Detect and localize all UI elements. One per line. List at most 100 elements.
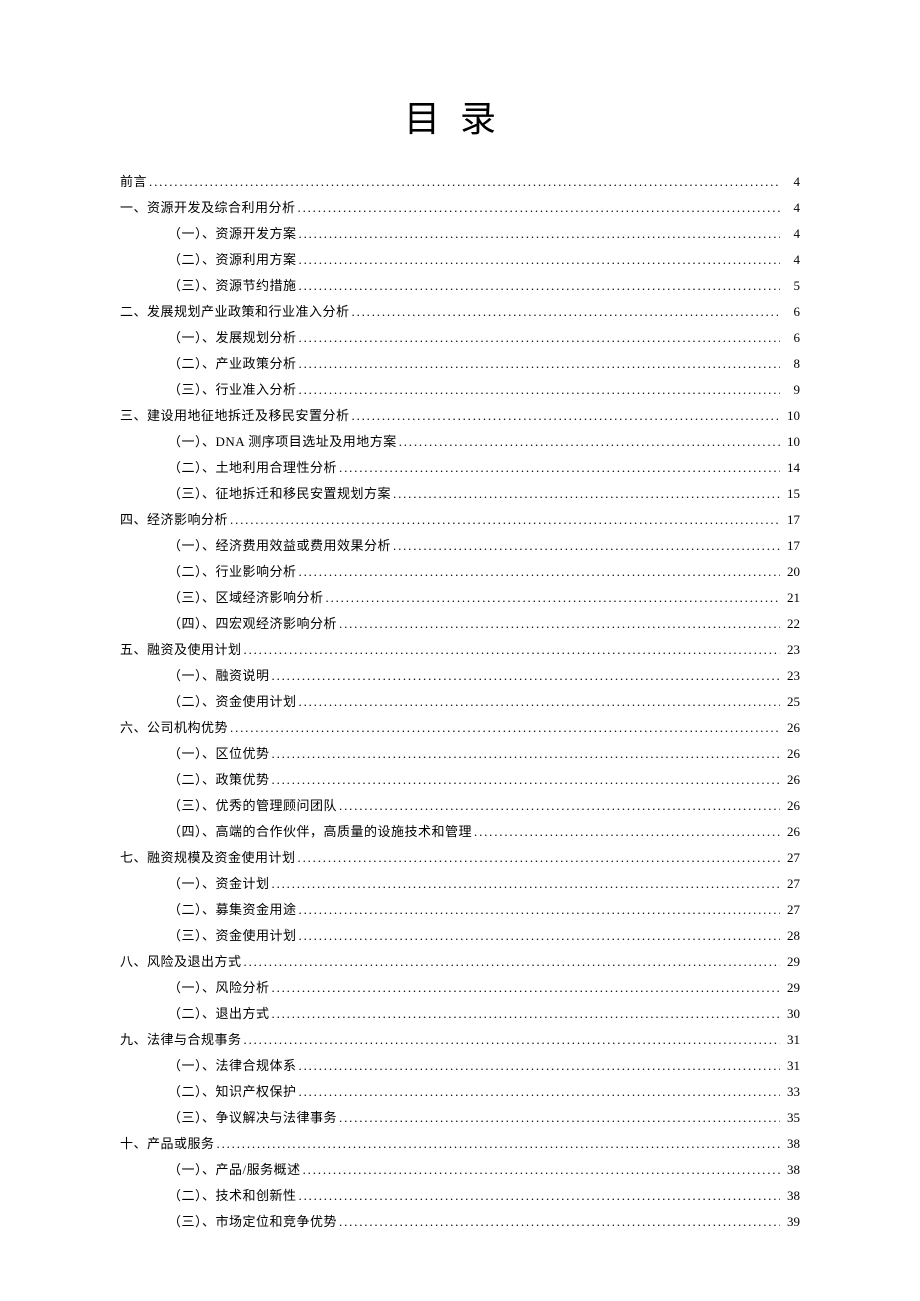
toc-entry-page: 4 — [782, 198, 800, 218]
toc-entry: （二）、产业政策分析8 — [168, 354, 800, 374]
toc-entry-page: 38 — [782, 1160, 800, 1180]
toc-entry-page: 4 — [782, 250, 800, 270]
toc-dots-leader — [352, 406, 780, 426]
toc-entry-page: 22 — [782, 614, 800, 634]
toc-entry-label: （一）、风险分析 — [168, 978, 270, 998]
toc-entry: 五、融资及使用计划 23 — [120, 640, 800, 660]
toc-entry: （一）、区位优势26 — [168, 744, 800, 764]
toc-entry-label: （一）、融资说明 — [168, 666, 270, 686]
toc-entry: 六、公司机构优势 26 — [120, 718, 800, 738]
toc-entry-page: 23 — [782, 666, 800, 686]
toc-entry-label: （二）、行业影响分析 — [168, 562, 297, 582]
toc-entry-page: 20 — [782, 562, 800, 582]
toc-entry: （二）、政策优势26 — [168, 770, 800, 790]
page-title: 目录 — [120, 90, 800, 142]
toc-dots-leader — [393, 484, 780, 504]
toc-entry-label: （一）、发展规划分析 — [168, 328, 297, 348]
toc-entry-page: 38 — [782, 1186, 800, 1206]
toc-entry: （一）、产品/服务概述 38 — [168, 1160, 800, 1180]
toc-entry-label: 前言 — [120, 172, 147, 192]
toc-dots-leader — [303, 1160, 780, 1180]
toc-entry-page: 9 — [782, 380, 800, 400]
toc-entry-label: （一）、法律合规体系 — [168, 1056, 297, 1076]
toc-entry-page: 33 — [782, 1082, 800, 1102]
toc-entry-page: 4 — [782, 172, 800, 192]
toc-entry-label: （二）、知识产权保护 — [168, 1082, 297, 1102]
toc-entry-label: （三）、行业准入分析 — [168, 380, 297, 400]
toc-entry: 十、产品或服务38 — [120, 1134, 800, 1154]
toc-entry-label: 七、融资规模及资金使用计划 — [120, 848, 296, 868]
toc-dots-leader — [339, 614, 780, 634]
toc-entry-label: 六、公司机构优势 — [120, 718, 228, 738]
toc-dots-leader — [393, 536, 780, 556]
toc-dots-leader — [474, 822, 780, 842]
toc-dots-leader — [230, 510, 780, 530]
toc-entry-label: （二）、退出方式 — [168, 1004, 270, 1024]
toc-entry: （一）、资金计划27 — [168, 874, 800, 894]
toc-entry: （一）、发展规划分析 6 — [168, 328, 800, 348]
toc-entry-page: 14 — [782, 458, 800, 478]
toc-dots-leader — [339, 1212, 780, 1232]
toc-entry: （三）、行业准入分析 9 — [168, 380, 800, 400]
toc-dots-leader — [299, 692, 780, 712]
toc-entry-label: （三）、资源节约措施 — [168, 276, 297, 296]
toc-entry: （二）、技术和创新性38 — [168, 1186, 800, 1206]
toc-entry-label: 十、产品或服务 — [120, 1134, 215, 1154]
toc-entry-page: 23 — [782, 640, 800, 660]
toc-entry-label: （一）、产品/服务概述 — [168, 1160, 301, 1180]
toc-entry-label: （三）、市场定位和竞争优势 — [168, 1212, 337, 1232]
toc-entry-page: 27 — [782, 848, 800, 868]
toc-entry-label: 五、融资及使用计划 — [120, 640, 242, 660]
toc-entry-page: 21 — [782, 588, 800, 608]
toc-entry-label: （二）、募集资金用途 — [168, 900, 297, 920]
toc-entry-label: （二）、土地利用合理性分析 — [168, 458, 337, 478]
toc-dots-leader — [299, 1186, 780, 1206]
toc-dots-leader — [244, 640, 780, 660]
toc-entry: （三）、资源节约措施5 — [168, 276, 800, 296]
toc-entry: 三、建设用地征地拆迁及移民安置分析10 — [120, 406, 800, 426]
toc-entry: （一）、法律合规体系31 — [168, 1056, 800, 1076]
toc-dots-leader — [299, 926, 780, 946]
toc-entry: （三）、区域经济影响分析21 — [168, 588, 800, 608]
toc-entry-page: 31 — [782, 1030, 800, 1050]
toc-entry-page: 10 — [782, 406, 800, 426]
toc-entry-page: 39 — [782, 1212, 800, 1232]
toc-entry-label: （二）、资源利用方案 — [168, 250, 297, 270]
toc-dots-leader — [272, 1004, 780, 1024]
toc-dots-leader — [299, 900, 780, 920]
toc-entry-label: 九、法律与合规事务 — [120, 1030, 242, 1050]
toc-entry: （三）、市场定位和竞争优势 39 — [168, 1212, 800, 1232]
toc-entry: （二）、资金使用计划 25 — [168, 692, 800, 712]
toc-dots-leader — [299, 250, 780, 270]
toc-entry-page: 17 — [782, 536, 800, 556]
toc-entry: （三）、资金使用计划28 — [168, 926, 800, 946]
toc-entry-page: 10 — [782, 432, 800, 452]
toc-dots-leader — [230, 718, 780, 738]
toc-dots-leader — [299, 1082, 780, 1102]
toc-dots-leader — [299, 562, 780, 582]
toc-entry-page: 26 — [782, 718, 800, 738]
toc-dots-leader — [299, 276, 780, 296]
toc-entry: 二、发展规划产业政策和行业准入分析6 — [120, 302, 800, 322]
toc-entry-page: 35 — [782, 1108, 800, 1128]
toc-entry-label: （三）、优秀的管理顾问团队 — [168, 796, 337, 816]
toc-entry: （三）、争议解决与法律事务35 — [168, 1108, 800, 1128]
toc-entry-page: 6 — [782, 328, 800, 348]
toc-dots-leader — [399, 432, 780, 452]
toc-entry-label: （三）、征地拆迁和移民安置规划方案 — [168, 484, 391, 504]
toc-entry-page: 28 — [782, 926, 800, 946]
toc-entry-label: 八、风险及退出方式 — [120, 952, 242, 972]
toc-dots-leader — [339, 796, 780, 816]
toc-dots-leader — [326, 588, 780, 608]
toc-dots-leader — [299, 328, 780, 348]
toc-dots-leader — [149, 172, 780, 192]
toc-dots-leader — [272, 770, 780, 790]
toc-entry-page: 15 — [782, 484, 800, 504]
toc-dots-leader — [298, 848, 780, 868]
toc-entry-page: 25 — [782, 692, 800, 712]
toc-entry: （四）、高端的合作伙伴，高质量的设施技术和管理26 — [168, 822, 800, 842]
toc-entry: （二）、行业影响分析 20 — [168, 562, 800, 582]
toc-entry-page: 29 — [782, 978, 800, 998]
toc-dots-leader — [272, 978, 780, 998]
toc-entry-label: （二）、资金使用计划 — [168, 692, 297, 712]
